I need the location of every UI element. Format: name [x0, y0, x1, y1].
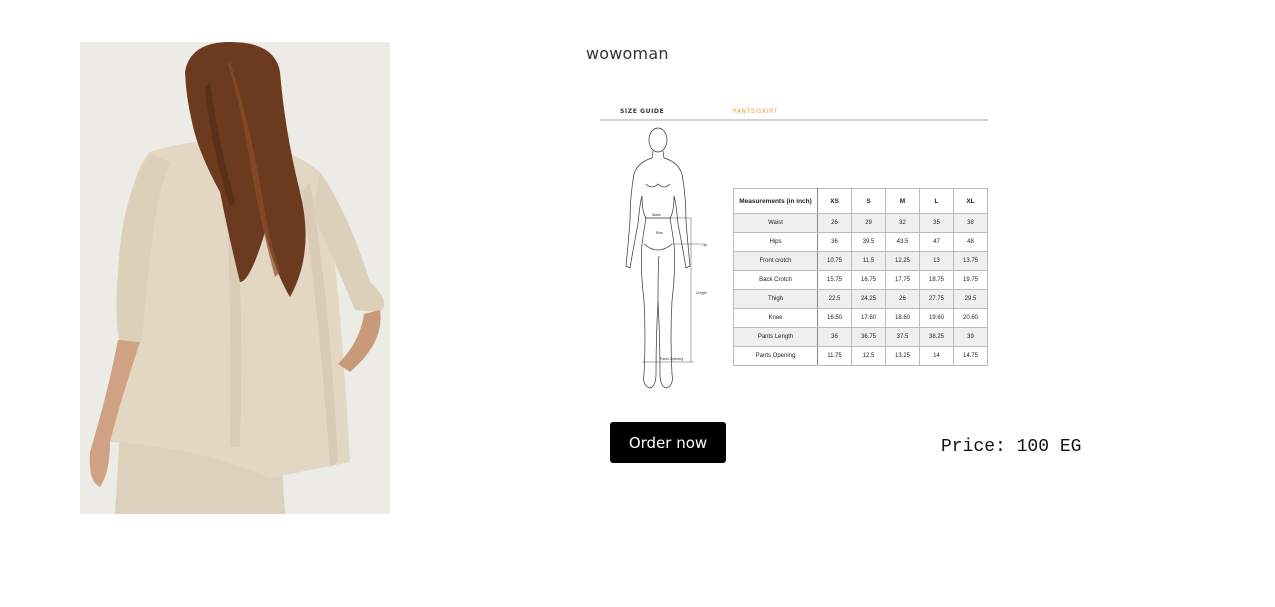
size-guide-divider: [600, 119, 988, 121]
size-guide-title: SIZE GUIDE: [620, 108, 665, 115]
figure-label-opening: Pants Opening: [660, 357, 683, 361]
measurement-value-cell: 39.5: [851, 232, 886, 252]
brand-name: wowoman: [586, 44, 669, 63]
measurement-value-cell: 17.75: [885, 270, 920, 290]
measurement-name-cell: Back Crotch: [733, 270, 818, 290]
measurement-value-cell: 47: [919, 232, 954, 252]
measurement-value-cell: 36: [817, 232, 852, 252]
size-table: Measurements (in inch) XS S M L XL Waist…: [733, 188, 988, 366]
measurement-value-cell: 48: [953, 232, 988, 252]
product-image: [80, 42, 390, 514]
measurement-value-cell: 27.75: [919, 289, 954, 309]
measurement-value-cell: 13.75: [953, 251, 988, 271]
header-cell: M: [885, 188, 920, 214]
measurement-value-cell: 11.75: [817, 346, 852, 366]
measurement-value-cell: 43.5: [885, 232, 920, 252]
measurement-value-cell: 17.60: [851, 308, 886, 328]
measurement-value-cell: 29.5: [953, 289, 988, 309]
measurement-name-cell: Hips: [733, 232, 818, 252]
measurement-value-cell: 39: [953, 327, 988, 347]
measurement-value-cell: 29: [851, 213, 886, 233]
measurement-value-cell: 14.75: [953, 346, 988, 366]
size-table-header: Measurements (in inch) XS S M L XL: [733, 188, 988, 214]
size-table-row: Back Crotch 15.75 16.75 17.75 18.75 19.75: [733, 270, 988, 290]
measurement-value-cell: 18.75: [919, 270, 954, 290]
measurement-value-cell: 12.5: [851, 346, 886, 366]
measurement-value-cell: 36.75: [851, 327, 886, 347]
measurement-value-cell: 13.25: [885, 346, 920, 366]
header-cell: L: [919, 188, 954, 214]
header-cell: XS: [817, 188, 852, 214]
measurement-name-cell: Waist: [733, 213, 818, 233]
measurement-value-cell: 19.60: [919, 308, 954, 328]
measurement-value-cell: 14: [919, 346, 954, 366]
measurement-value-cell: 26: [885, 289, 920, 309]
size-table-row: Thigh 22.5 24.25 26 27.75 29.5: [733, 289, 988, 309]
price-label: Price: 100 EG: [941, 437, 1082, 457]
measurement-name-cell: Knee: [733, 308, 818, 328]
measurement-value-cell: 12.25: [885, 251, 920, 271]
figure-label-waist: Waist: [652, 213, 661, 217]
figure-label-length: Length: [696, 291, 707, 295]
size-table-row: Pants Opening 11.75 12.5 13.25 14 14.75: [733, 346, 988, 366]
header-cell: XL: [953, 188, 988, 214]
measurement-value-cell: 37.5: [885, 327, 920, 347]
measurement-value-cell: 35: [919, 213, 954, 233]
header-cell: S: [851, 188, 886, 214]
size-table-row: Front crotch 10.75 11.5 12.25 13 13.75: [733, 251, 988, 271]
size-table-row: Pants Length 36 36.75 37.5 38.25 39: [733, 327, 988, 347]
measurement-value-cell: 16.75: [851, 270, 886, 290]
measurement-value-cell: 16.50: [817, 308, 852, 328]
measurement-name-cell: Front crotch: [733, 251, 818, 271]
measurement-value-cell: 19.75: [953, 270, 988, 290]
measurement-value-cell: 20.60: [953, 308, 988, 328]
measurement-value-cell: 38: [953, 213, 988, 233]
measurement-value-cell: 26: [817, 213, 852, 233]
measurement-value-cell: 13: [919, 251, 954, 271]
measurement-value-cell: 38.25: [919, 327, 954, 347]
measurement-value-cell: 36: [817, 327, 852, 347]
size-guide-subtitle: PANTS/SKIRT: [733, 108, 778, 115]
body-figure-diagram: Waist Rise Hip Length Pants Opening: [625, 127, 707, 389]
measurement-value-cell: 15.75: [817, 270, 852, 290]
size-table-row: Waist 26 29 32 35 38: [733, 213, 988, 233]
figure-label-hip: Hip: [702, 243, 707, 247]
measurement-name-cell: Thigh: [733, 289, 818, 309]
measurement-value-cell: 11.5: [851, 251, 886, 271]
measurement-value-cell: 18.60: [885, 308, 920, 328]
measurement-name-cell: Pants Opening: [733, 346, 818, 366]
measurement-value-cell: 10.75: [817, 251, 852, 271]
measurement-value-cell: 24.25: [851, 289, 886, 309]
measurement-value-cell: 32: [885, 213, 920, 233]
size-guide-image: SIZE GUIDE PANTS/SKIRT Waist Rise Hip Le…: [598, 100, 990, 395]
figure-label-rise: Rise: [656, 231, 663, 235]
size-table-row: Knee 16.50 17.60 18.60 19.60 20.60: [733, 308, 988, 328]
measurement-value-cell: 22.5: [817, 289, 852, 309]
order-now-button[interactable]: Order now: [610, 422, 726, 463]
header-cell: Measurements (in inch): [733, 188, 818, 214]
size-table-row: Hips 36 39.5 43.5 47 48: [733, 232, 988, 252]
measurement-name-cell: Pants Length: [733, 327, 818, 347]
